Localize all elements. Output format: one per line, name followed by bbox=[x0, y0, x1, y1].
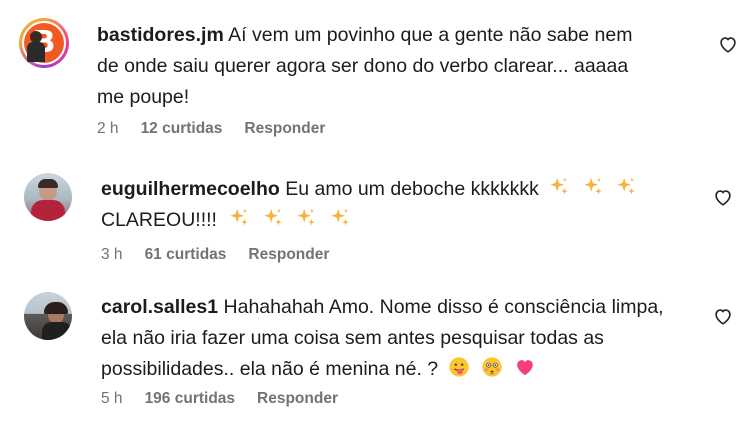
comment-username[interactable]: carol.salles1 bbox=[101, 296, 218, 318]
reply-button[interactable]: Responder bbox=[257, 390, 338, 408]
tongue-face-icon bbox=[448, 357, 469, 377]
like-heart-icon[interactable] bbox=[717, 33, 739, 55]
comment-meta: 2 h 12 curtidas Responder bbox=[97, 120, 347, 138]
comment-text: euguilhermecoelho Eu amo um deboche kkkk… bbox=[101, 174, 701, 236]
sparkles-icon bbox=[297, 208, 315, 226]
like-heart-icon[interactable] bbox=[712, 186, 734, 208]
sparkles-icon bbox=[264, 208, 282, 226]
comment-text: bastidores.jm Aí vem um povinho que a ge… bbox=[97, 20, 697, 113]
comment-line: Aí vem um povinho que a gente não sabe n… bbox=[228, 24, 633, 46]
comment-line: CLAREOU!!!! bbox=[101, 209, 217, 231]
comment-line: me poupe! bbox=[97, 86, 190, 108]
avatar[interactable] bbox=[24, 173, 72, 221]
comment-username[interactable]: bastidores.jm bbox=[97, 24, 224, 46]
flushed-face-icon bbox=[482, 357, 502, 377]
reply-button[interactable]: Responder bbox=[244, 120, 325, 138]
comment-text: carol.salles1 Hahahahah Amo. Nome disso … bbox=[101, 292, 711, 385]
likes-count[interactable]: 196 curtidas bbox=[145, 390, 235, 408]
sparkles-icon bbox=[583, 177, 602, 195]
like-heart-icon[interactable] bbox=[712, 305, 734, 327]
avatar[interactable] bbox=[24, 292, 72, 340]
comment-time: 3 h bbox=[101, 246, 123, 263]
avatar[interactable]: B bbox=[19, 18, 69, 68]
comment-line: Hahahahah Amo. Nome disso é consciência … bbox=[223, 296, 664, 318]
comment-line: Eu amo um deboche kkkkkkk bbox=[285, 178, 539, 200]
comment-line: possibilidades.. ela não é menina né. ? bbox=[101, 358, 439, 380]
comment-time: 5 h bbox=[101, 390, 123, 407]
comment-item: carol.salles1 Hahahahah Amo. Nome disso … bbox=[0, 280, 750, 422]
comment-meta: 3 h 61 curtidas Responder bbox=[101, 246, 351, 264]
comment-item: euguilhermecoelho Eu amo um deboche kkkk… bbox=[0, 150, 750, 280]
sparkles-icon bbox=[230, 208, 249, 226]
comment-username[interactable]: euguilhermecoelho bbox=[101, 178, 280, 200]
reply-button[interactable]: Responder bbox=[248, 246, 329, 264]
sparkles-icon bbox=[617, 177, 635, 195]
pink-heart-icon bbox=[517, 360, 534, 376]
likes-count[interactable]: 61 curtidas bbox=[145, 246, 227, 264]
likes-count[interactable]: 12 curtidas bbox=[141, 120, 223, 138]
comment-line: ela não iria fazer uma coisa sem antes p… bbox=[101, 327, 604, 349]
comment-line: de onde saiu querer agora ser dono do ve… bbox=[97, 55, 629, 77]
sparkles-icon bbox=[550, 177, 568, 195]
comment-time: 2 h bbox=[97, 120, 119, 137]
sparkles-icon bbox=[330, 208, 349, 226]
comment-meta: 5 h 196 curtidas Responder bbox=[101, 390, 360, 408]
comment-item: B bastidores.jm Aí vem um povinho que a … bbox=[0, 0, 750, 150]
